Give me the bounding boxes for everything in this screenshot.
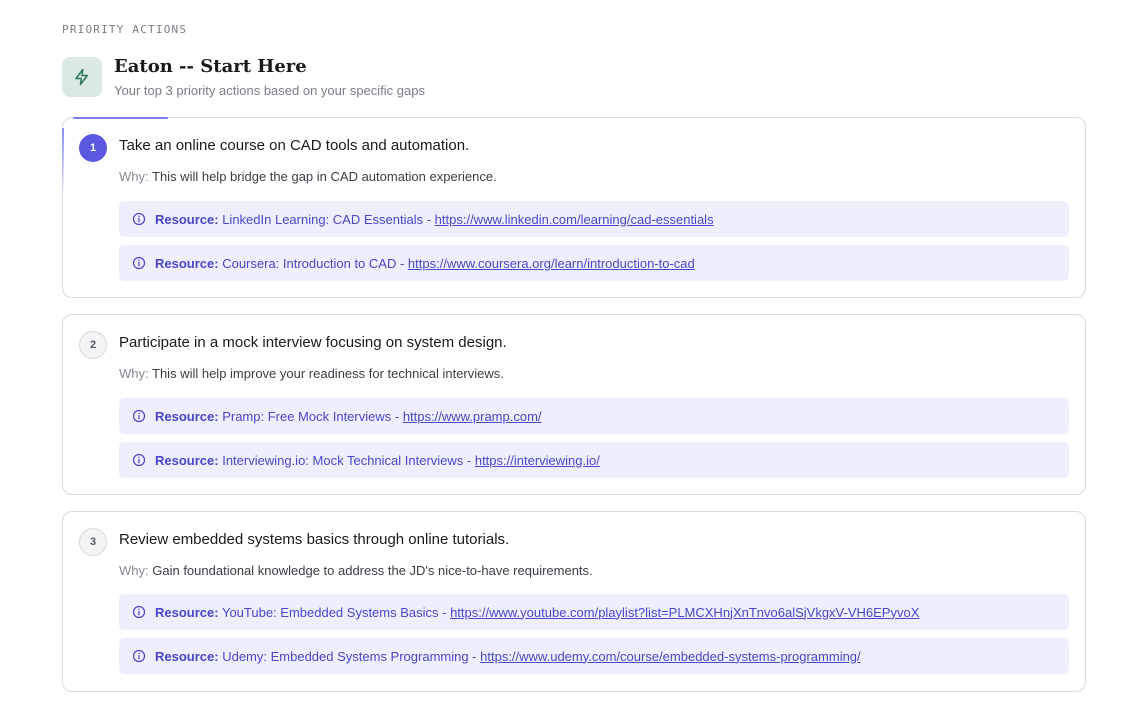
resource-label: Resource: bbox=[155, 408, 219, 424]
resource-item: Resource: Pramp: Free Mock Interviews - … bbox=[119, 398, 1069, 434]
page-title: Eaton -- Start Here bbox=[114, 56, 307, 77]
resource-link[interactable]: https://www.linkedin.com/learning/cad-es… bbox=[435, 212, 714, 227]
why-label: Why: bbox=[119, 366, 149, 381]
resource-name: Coursera: Introduction to CAD - bbox=[222, 255, 408, 271]
resource-link[interactable]: https://www.udemy.com/course/embedded-sy… bbox=[480, 649, 861, 664]
info-icon bbox=[132, 409, 146, 423]
resource-link[interactable]: https://www.pramp.com/ bbox=[403, 409, 542, 424]
resource-label: Resource: bbox=[155, 648, 219, 664]
action-title: Participate in a mock interview focusing… bbox=[119, 334, 507, 351]
why-text: Gain foundational knowledge to address t… bbox=[152, 563, 593, 578]
resource-name: YouTube: Embedded Systems Basics - bbox=[221, 604, 451, 620]
resource-name: LinkedIn Learning: CAD Essentials - bbox=[222, 211, 435, 227]
lightning-icon bbox=[75, 68, 88, 86]
action-why: Why: This will help bridge the gap in CA… bbox=[119, 169, 497, 184]
resource-item: Resource: LinkedIn Learning: CAD Essenti… bbox=[119, 201, 1069, 237]
resource-item: Resource: Interviewing.io: Mock Technica… bbox=[119, 442, 1069, 478]
action-why: Why: This will help improve your readine… bbox=[119, 366, 504, 381]
action-why: Why: Gain foundational knowledge to addr… bbox=[119, 563, 593, 578]
step-number-badge: 1 bbox=[79, 134, 107, 162]
info-icon bbox=[132, 605, 146, 619]
resource-item: Resource: Coursera: Introduction to CAD … bbox=[119, 245, 1069, 281]
resource-label: Resource: bbox=[155, 211, 219, 227]
resource-label: Resource: bbox=[155, 452, 219, 468]
resource-label: Resource: bbox=[155, 255, 219, 271]
action-card-1[interactable]: 1 Take an online course on CAD tools and… bbox=[62, 117, 1086, 298]
why-label: Why: bbox=[119, 169, 149, 184]
section-label: PRIORITY ACTIONS bbox=[62, 23, 188, 36]
action-title: Review embedded systems basics through o… bbox=[119, 531, 510, 548]
resource-name: Interviewing.io: Mock Technical Intervie… bbox=[222, 452, 475, 468]
card-accent-left bbox=[62, 128, 64, 193]
header-icon-badge bbox=[62, 57, 102, 97]
info-icon bbox=[132, 256, 146, 270]
why-text: This will help bridge the gap in CAD aut… bbox=[152, 169, 497, 184]
resource-item: Resource: YouTube: Embedded Systems Basi… bbox=[119, 594, 1069, 630]
page-subtitle: Your top 3 priority actions based on you… bbox=[114, 83, 425, 98]
resource-item: Resource: Udemy: Embedded Systems Progra… bbox=[119, 638, 1069, 674]
resource-link[interactable]: https://interviewing.io/ bbox=[475, 453, 600, 468]
why-label: Why: bbox=[119, 563, 149, 578]
resource-link[interactable]: https://www.youtube.com/playlist?list=PL… bbox=[450, 605, 919, 620]
section-header: Eaton -- Start Here Your top 3 priority … bbox=[62, 56, 662, 98]
step-number-badge: 2 bbox=[79, 331, 107, 359]
resource-label: Resource: bbox=[155, 604, 219, 620]
info-icon bbox=[132, 453, 146, 467]
why-text: This will help improve your readiness fo… bbox=[152, 366, 504, 381]
action-card-3[interactable]: 3 Review embedded systems basics through… bbox=[62, 511, 1086, 692]
step-number-badge: 3 bbox=[79, 528, 107, 556]
resource-name: Udemy: Embedded Systems Programming - bbox=[222, 648, 481, 664]
info-icon bbox=[132, 212, 146, 226]
resource-name: Pramp: Free Mock Interviews - bbox=[222, 408, 403, 424]
info-icon bbox=[132, 649, 146, 663]
action-title: Take an online course on CAD tools and a… bbox=[119, 137, 470, 154]
card-accent-top bbox=[73, 117, 168, 119]
action-card-2[interactable]: 2 Participate in a mock interview focusi… bbox=[62, 314, 1086, 495]
resource-link[interactable]: https://www.coursera.org/learn/introduct… bbox=[408, 256, 695, 271]
